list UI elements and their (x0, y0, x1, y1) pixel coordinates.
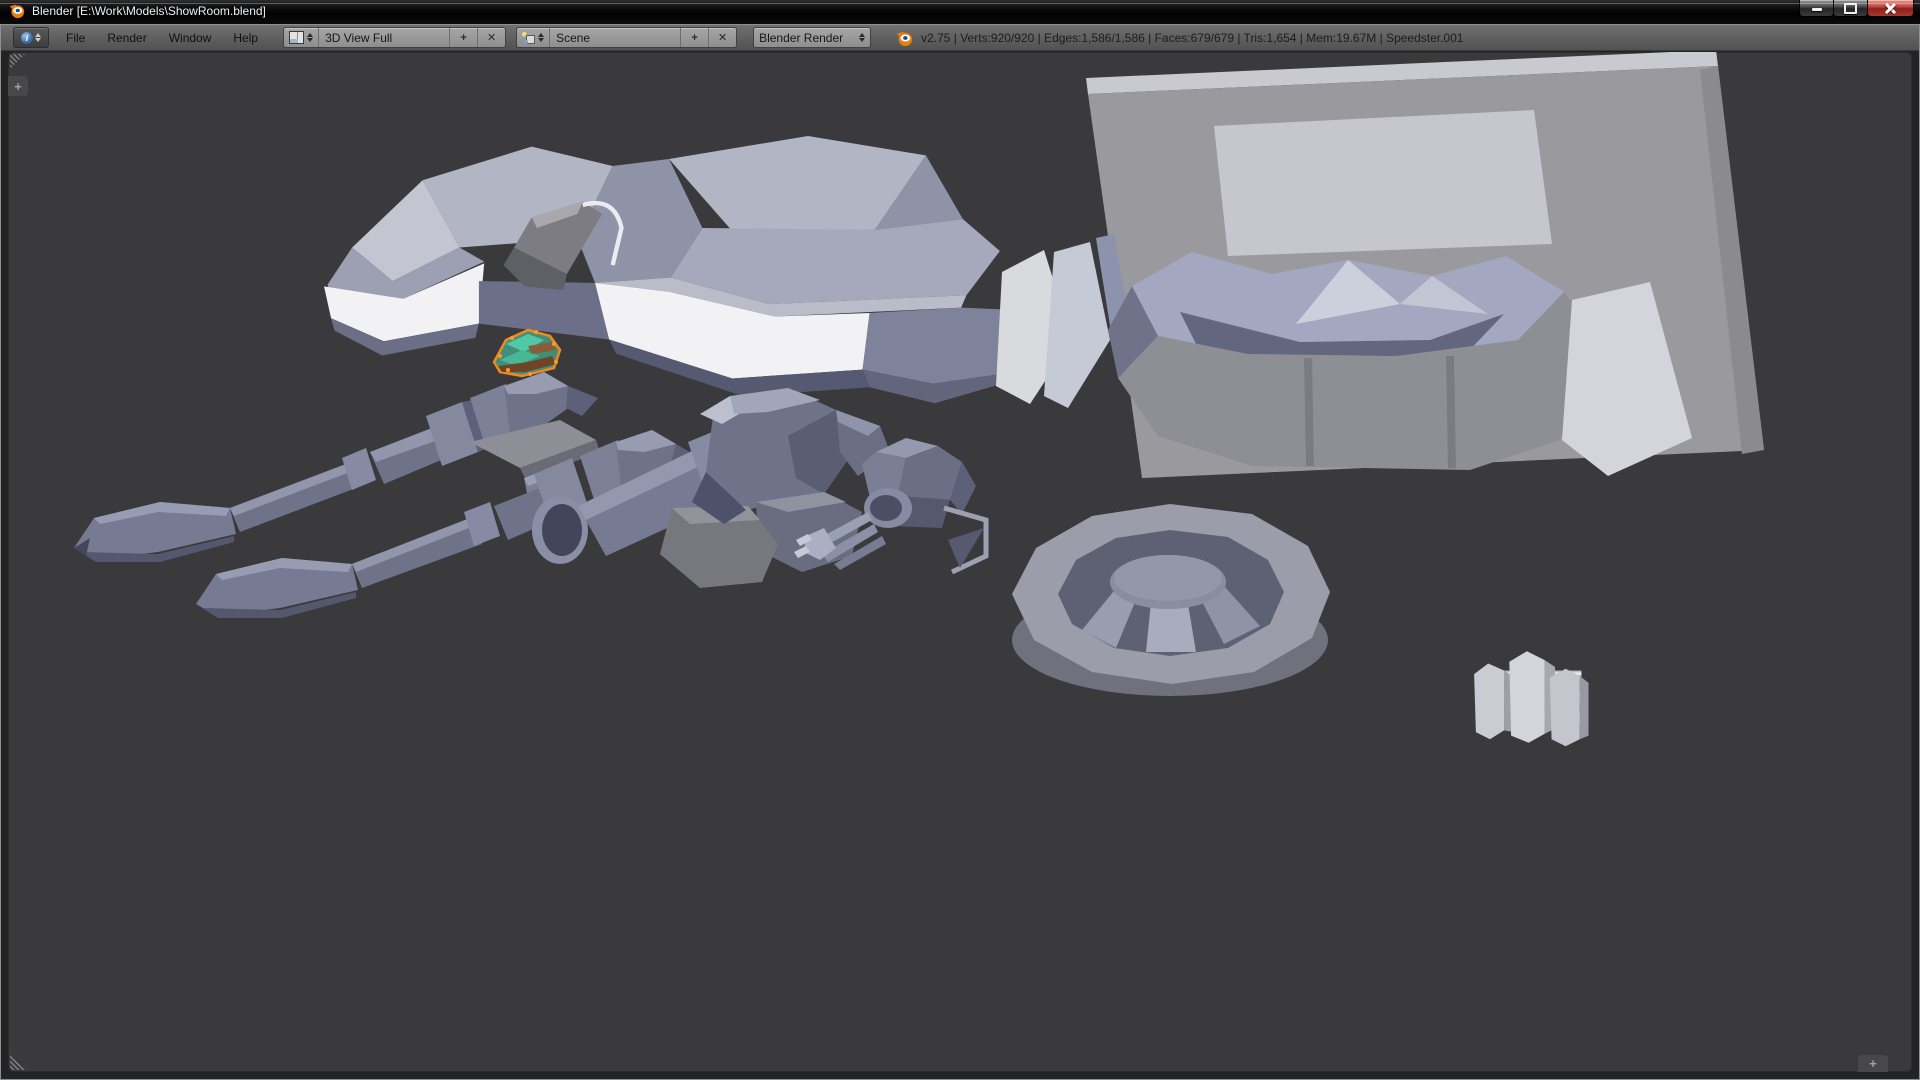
restore-icon (1844, 3, 1857, 14)
add-scene-button[interactable]: + (681, 28, 709, 47)
menu-render[interactable]: Render (96, 28, 157, 48)
blender-app-icon (8, 2, 25, 19)
model-turret-dome[interactable] (1012, 504, 1330, 696)
render-engine-value: Blender Render (759, 31, 843, 45)
expand-toolshelf-button[interactable]: + (8, 76, 28, 96)
minimize-icon (1812, 8, 1822, 11)
add-layout-button[interactable]: + (450, 28, 478, 47)
info-header: i File Render Window Help 3D View Full +… (1, 25, 1919, 51)
menu-window[interactable]: Window (158, 28, 223, 48)
menu-file[interactable]: File (55, 28, 96, 48)
editor-spinner-icon (35, 33, 41, 42)
menu-bar: File Render Window Help (55, 28, 269, 48)
close-button[interactable] (1867, 0, 1914, 17)
render-engine-dropdown[interactable]: Blender Render (753, 27, 871, 48)
expand-properties-button[interactable]: + (1858, 1055, 1888, 1072)
viewport-3d[interactable]: + + (8, 52, 1912, 1072)
scene-icon (522, 32, 535, 44)
model-tank-hull[interactable] (324, 136, 1065, 403)
scene-spinner-icon (538, 33, 544, 42)
scene-dropdown[interactable] (517, 28, 550, 47)
viewport-canvas (8, 52, 1912, 1072)
title-bar[interactable]: Blender [E:\Work\Models\ShowRoom.blend] (0, 0, 1920, 24)
blender-logo-icon (895, 29, 913, 47)
scene-selector: Scene + ✕ (516, 27, 737, 48)
minimize-button[interactable] (1799, 0, 1834, 17)
screen-layout-icon (289, 31, 304, 44)
delete-scene-button[interactable]: ✕ (709, 28, 736, 47)
screen-layout-selector: 3D View Full + ✕ (283, 27, 506, 48)
blender-window: Blender [E:\Work\Models\ShowRoom.blend] … (0, 0, 1920, 1080)
info-editor-icon: i (21, 32, 33, 44)
window-title: Blender [E:\Work\Models\ShowRoom.blend] (32, 4, 266, 18)
scene-name[interactable]: Scene (550, 28, 681, 47)
model-track-roller[interactable] (1474, 651, 1588, 746)
model-cargo-bed-backdrop[interactable] (996, 52, 1764, 478)
model-tiny-textured-tank[interactable] (494, 330, 560, 376)
menu-help[interactable]: Help (222, 28, 269, 48)
window-frame: i File Render Window Help 3D View Full +… (0, 24, 1920, 1080)
layout-spinner-icon (307, 33, 313, 42)
screen-layout-dropdown[interactable] (284, 28, 319, 47)
engine-spinner-icon (859, 33, 865, 42)
model-heavy-cannon[interactable] (532, 388, 890, 588)
restore-button[interactable] (1833, 0, 1868, 17)
scene-statistics: v2.75 | Verts:920/920 | Edges:1,586/1,58… (921, 31, 1463, 45)
editor-type-button[interactable]: i (13, 27, 49, 48)
close-icon (1885, 3, 1896, 14)
delete-layout-button[interactable]: ✕ (478, 28, 505, 47)
screen-layout-name[interactable]: 3D View Full (319, 28, 450, 47)
